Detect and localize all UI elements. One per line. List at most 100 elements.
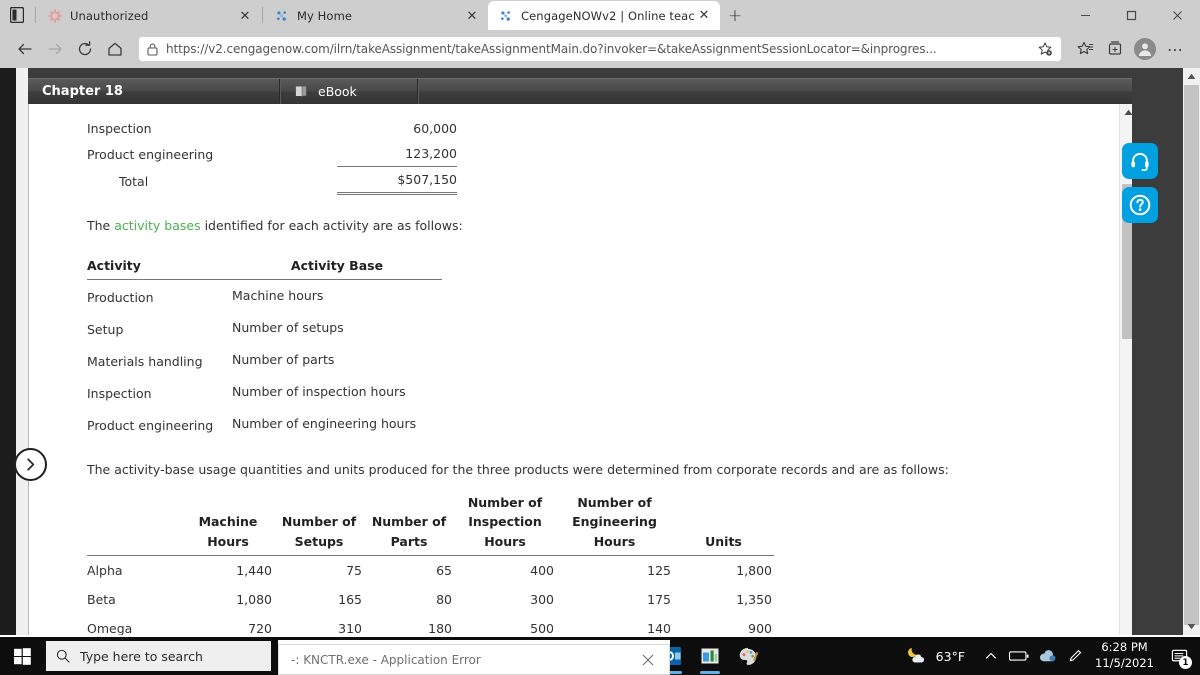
partly-cloudy-night-icon [904,646,928,666]
table-row: Product engineering 123,200 [87,141,457,167]
application-error-dialog[interactable]: -: KNCTR.exe - Application Error [278,644,670,675]
browser-scrollbar[interactable] [1183,68,1200,635]
cell-engineering-hours: 175 [647,591,671,607]
profile-avatar-icon[interactable] [1130,34,1160,64]
settings-more-icon[interactable]: ⋯ [1160,34,1190,64]
assignment-document: Inspection 60,000 Product engineering 12… [29,104,1119,635]
close-icon[interactable]: ✕ [235,6,255,26]
tab-strip: Unauthorized ✕ My Home ✕ CengageNOWv2 | … [0,0,1200,30]
col-header-machine-hours: Machine Hours [182,492,274,556]
paint-icon[interactable] [729,637,767,675]
forward-icon[interactable] [40,34,70,64]
col-header-activity: Activity [87,257,232,280]
weather-temperature: 63°F [935,648,966,664]
cell-parts: 180 [364,613,454,635]
table-header-row: Activity Activity Base [87,257,442,280]
activity-base: Number of setups [232,320,344,336]
chapter-label: Chapter 18 [42,84,123,99]
pen-menu-icon[interactable] [1061,637,1089,675]
show-hidden-icons-chevron[interactable] [977,637,1005,675]
url-text[interactable]: https://v2.cengagenow.com/ilrn/takeAssig… [166,42,1031,56]
close-button[interactable] [1154,0,1200,30]
activity-name: Production [87,289,154,305]
browser-tab-unauthorized[interactable]: Unauthorized ✕ [37,2,261,30]
scroll-up-icon[interactable] [1183,68,1200,85]
cost-summary-table: Inspection 60,000 Product engineering 12… [87,116,457,195]
browser-tab-my-home[interactable]: My Home ✕ [264,2,488,30]
table-row: Beta 1,080 165 80 300 175 1,350 [87,585,774,614]
notification-count-badge: 1 [1179,656,1192,669]
cell-setups: 165 [338,591,362,607]
clock-time: 6:28 PM [1101,640,1148,655]
table-row: Materials handling Number of parts [87,344,442,376]
table-row: Setup Number of setups [87,312,442,344]
window-controls [1062,0,1200,30]
favorites-icon[interactable] [1070,34,1100,64]
system-tray [977,637,1089,675]
minimize-button[interactable] [1062,0,1108,30]
tabbar-filler [418,79,1136,104]
table-row: Production Machine hours [87,279,442,312]
activity-base: Machine hours [232,288,324,304]
navigation-toolbar: https://v2.cengagenow.com/ilrn/takeAssig… [0,30,1200,68]
floating-help-buttons [1122,143,1158,231]
active-app-indicator [700,671,720,674]
cell-engineering-hours: 125 [647,562,671,578]
cell-units: 900 [673,613,774,635]
tab-actions-icon[interactable] [0,0,34,30]
page-left-gutter [0,68,16,635]
help-button[interactable] [1122,187,1158,223]
taskbar-clock[interactable]: 6:28 PM 11/5/2021 [1095,640,1154,671]
activity-bases-link[interactable]: activity bases [114,218,200,233]
activity-name: Inspection [87,385,152,401]
onedrive-icon[interactable] [1033,637,1061,675]
col-header-number-of-setups: Number of Setups [274,492,364,556]
action-center-icon[interactable]: 1 [1164,637,1194,675]
home-icon[interactable] [100,34,130,64]
refresh-icon[interactable] [70,34,100,64]
search-icon [56,649,70,663]
table-row: Inspection 60,000 [87,116,457,141]
weather-widget[interactable]: 63°F [904,646,965,666]
close-icon[interactable] [627,645,669,675]
product-label: Omega [87,621,133,635]
tab-divider [262,7,263,23]
scrollbar-thumb[interactable] [1184,85,1199,625]
chapter-title-tab[interactable]: Chapter 18 [28,79,280,104]
usage-quantities-table: Machine Hours Number of Setups Number of Pa… [87,492,774,635]
close-icon[interactable]: ✕ [694,6,714,26]
cell-units: 1,800 [736,562,772,578]
paragraph-after: identified for each activity are as foll… [200,218,463,233]
cengage-icon [498,8,514,24]
table-row: Alpha 1,440 75 65 400 125 1,800 [87,555,774,585]
col-header-units: Units [673,492,774,556]
browser-tab-cengagenowv2[interactable]: CengageNOWv2 | Online teachin ✕ [488,1,720,30]
add-favorite-icon[interactable] [1037,41,1053,57]
page-viewport: Chapter 18 eBook Inspection 60,000 Produ… [0,68,1200,635]
address-bar[interactable]: https://v2.cengagenow.com/ilrn/takeAssig… [138,36,1062,62]
table-row: Omega 720 310 180 500 140 900 [87,613,774,635]
close-icon[interactable]: ✕ [462,6,482,26]
cell-inspection-hours: 400 [530,562,554,578]
cost-row-value: 60,000 [413,121,457,136]
battery-icon[interactable] [1005,637,1033,675]
cell-parts: 80 [436,591,452,607]
maximize-button[interactable] [1108,0,1154,30]
next-panel-button[interactable] [14,448,47,481]
new-tab-button[interactable]: + [720,2,750,30]
col-header-product [87,492,182,556]
collections-icon[interactable] [1100,34,1130,64]
taskbar-search-input[interactable]: Type here to search [46,641,271,671]
cost-row-label: Product engineering [87,146,214,162]
support-button[interactable] [1122,143,1158,179]
excel-icon[interactable] [691,637,729,675]
windows-start-icon[interactable] [0,637,44,675]
cell-engineering-hours: 140 [556,613,673,635]
col-header-engineering-hours: Number of Engineering Hours [556,492,673,556]
col-header-inspection-hours: Number of Inspection Hours [454,492,556,556]
back-icon[interactable] [10,34,40,64]
col-header-activity-base: Activity Base [232,257,442,280]
ebook-tab[interactable]: eBook [280,79,418,104]
scroll-down-icon[interactable] [1183,618,1200,635]
ebook-label: eBook [318,84,357,99]
